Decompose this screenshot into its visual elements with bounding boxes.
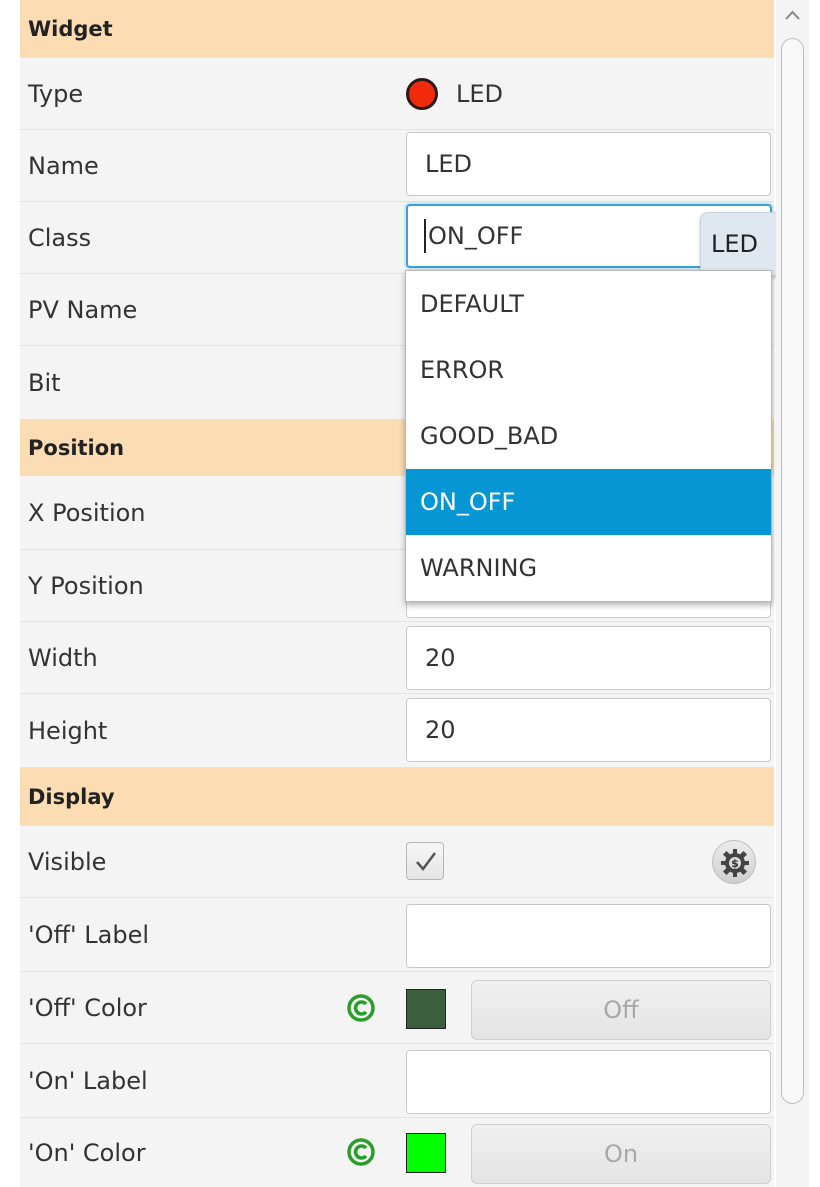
type-label: Type [28, 79, 84, 108]
section-widget: Widget [20, 0, 774, 58]
width-label: Width [28, 643, 98, 672]
name-input-value: LED [425, 150, 473, 178]
off-color-label: 'Off' Color [28, 993, 147, 1022]
name-label: Name [28, 151, 99, 180]
off-color-button-label: Off [603, 996, 639, 1024]
class-c-icon [347, 1138, 375, 1166]
dropdown-option-error[interactable]: ERROR [406, 337, 771, 403]
visible-label: Visible [28, 847, 107, 876]
row-off-color: 'Off' Color Off [20, 972, 774, 1044]
section-widget-label: Widget [28, 17, 113, 41]
checkmark-icon [416, 852, 436, 871]
text-caret [424, 219, 426, 253]
section-display-label: Display [28, 785, 115, 809]
class-dropdown-list: DEFAULT ERROR GOOD_BAD ON_OFF WARNING [405, 270, 772, 602]
rule-script-gear-icon[interactable]: $ [712, 840, 756, 884]
class-tooltip-text: LED [711, 230, 759, 258]
class-combo-value: ON_OFF [428, 222, 524, 250]
bit-label: Bit [28, 368, 61, 397]
width-input[interactable]: 20 [406, 626, 771, 690]
scroll-up-arrow-icon[interactable] [776, 0, 809, 30]
type-value: LED [456, 80, 504, 108]
on-label-label: 'On' Label [28, 1066, 148, 1095]
off-label-input[interactable] [406, 904, 771, 968]
row-width: Width 20 [20, 622, 774, 694]
svg-text:$: $ [731, 857, 739, 870]
name-input[interactable]: LED [406, 132, 771, 196]
pv-name-label: PV Name [28, 295, 138, 324]
row-visible: Visible $ [20, 826, 774, 898]
property-panel: Widget Type LED Name LED Class ON_OFF PV… [20, 0, 782, 1187]
dropdown-option-warning[interactable]: WARNING [406, 535, 771, 601]
on-color-button[interactable]: On [471, 1124, 771, 1184]
on-color-label: 'On' Color [28, 1138, 146, 1167]
led-red-icon [406, 78, 438, 110]
off-label-label: 'Off' Label [28, 920, 149, 949]
on-color-swatch[interactable] [406, 1133, 446, 1173]
height-input[interactable]: 20 [406, 698, 771, 762]
row-on-color: 'On' Color On [20, 1118, 774, 1187]
row-on-label: 'On' Label [20, 1044, 774, 1118]
row-type: Type LED [20, 58, 774, 130]
vertical-scrollbar[interactable] [776, 0, 809, 1187]
row-off-label: 'Off' Label [20, 898, 774, 972]
section-position-label: Position [28, 436, 125, 460]
on-label-input[interactable] [406, 1050, 771, 1114]
scrollbar-thumb[interactable] [781, 38, 804, 1104]
y-position-label: Y Position [28, 571, 144, 600]
x-position-label: X Position [28, 498, 146, 527]
row-class: Class ON_OFF [20, 202, 774, 274]
class-c-icon [347, 994, 375, 1022]
class-label: Class [28, 223, 92, 252]
dropdown-option-default[interactable]: DEFAULT [406, 271, 771, 337]
on-color-button-label: On [603, 1140, 639, 1168]
class-tooltip: LED [700, 212, 782, 276]
off-color-button[interactable]: Off [471, 980, 771, 1040]
height-input-value: 20 [425, 716, 456, 744]
row-name: Name LED [20, 130, 774, 202]
dropdown-option-good-bad[interactable]: GOOD_BAD [406, 403, 771, 469]
width-input-value: 20 [425, 644, 456, 672]
dropdown-option-on-off[interactable]: ON_OFF [406, 469, 771, 535]
off-color-swatch[interactable] [406, 989, 446, 1029]
section-display: Display [20, 768, 774, 826]
height-label: Height [28, 716, 108, 745]
visible-checkbox[interactable] [406, 842, 444, 880]
row-height: Height 20 [20, 694, 774, 768]
